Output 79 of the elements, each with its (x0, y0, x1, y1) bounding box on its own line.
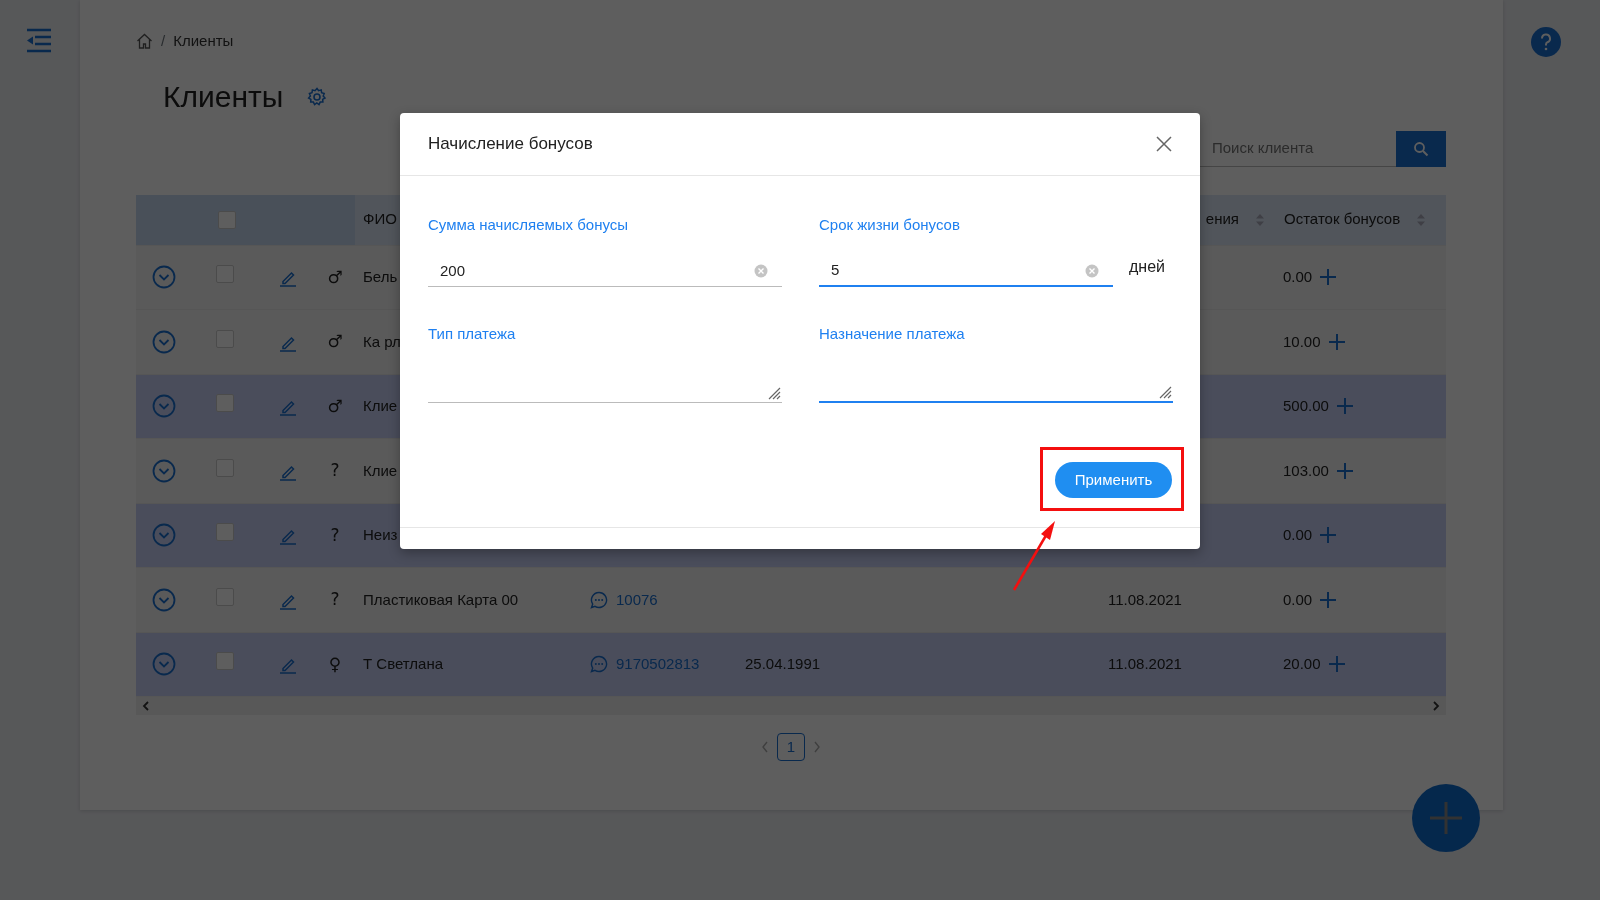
close-icon[interactable] (1156, 136, 1172, 152)
edit-icon[interactable] (279, 527, 297, 546)
apply-button[interactable]: Применить (1055, 462, 1172, 498)
plus-icon[interactable] (1328, 333, 1345, 350)
home-icon[interactable] (136, 33, 153, 50)
help-icon[interactable] (1531, 27, 1561, 57)
breadcrumb-item[interactable]: Клиенты (173, 30, 234, 53)
client-name: Т Светлана (363, 655, 444, 672)
birth-date: 25.04.1991 (745, 655, 821, 672)
horizontal-scrollbar[interactable] (136, 697, 1446, 715)
edit-icon[interactable] (279, 269, 297, 288)
column-header[interactable]: Остаток бонусов (1284, 208, 1401, 231)
dialog-title: Начисление бонусов (428, 133, 593, 156)
search-icon[interactable] (1413, 140, 1429, 157)
bonus-balance: 10.00 (1283, 331, 1321, 352)
field-label: Назначение платежа (819, 323, 966, 344)
edit-icon[interactable] (279, 398, 297, 417)
page-title: Клиенты (162, 78, 284, 115)
plus-icon[interactable] (1320, 527, 1337, 544)
phone-link[interactable]: 10076 (616, 588, 658, 611)
field-label: Тип платежа (428, 323, 517, 344)
column-header[interactable]: ения (1205, 208, 1239, 231)
bonus-balance: 0.00 (1283, 267, 1313, 287)
client-name: Ка рл (363, 332, 401, 350)
resize-handle-icon[interactable] (1158, 385, 1172, 399)
expand-icon[interactable] (152, 329, 176, 354)
chat-icon[interactable] (590, 590, 608, 609)
gender-symbol: ♀ (328, 653, 342, 674)
search-button[interactable] (1396, 130, 1446, 167)
table-row[interactable]: ? Пластиковая Карта 00 10076 11.08.2021 0.00 (136, 568, 1446, 633)
client-name: Пластиковая Карта 00 (363, 590, 519, 608)
menu-icon[interactable] (25, 28, 53, 54)
gender-symbol: ♂ (327, 331, 343, 351)
client-name: Клие (363, 461, 398, 479)
resize-handle-icon[interactable] (767, 386, 781, 400)
expand-icon[interactable] (152, 523, 176, 548)
previous-page-icon[interactable] (761, 741, 769, 753)
gender-symbol: ♂ (327, 266, 343, 287)
phone-link[interactable]: 9170502813 (616, 653, 700, 676)
plus-icon[interactable] (1336, 462, 1353, 479)
gender-symbol: ♂ (327, 395, 343, 416)
plus-icon[interactable] (1328, 656, 1345, 673)
bonus-balance: 103.00 (1283, 460, 1329, 481)
bonus-balance: 500.00 (1283, 396, 1329, 416)
breadcrumb-separator: / (161, 31, 166, 51)
client-name: Клие (363, 397, 398, 414)
expand-icon[interactable] (152, 458, 176, 483)
scroll-left-icon[interactable] (142, 701, 150, 711)
scroll-right-icon[interactable] (1432, 701, 1440, 711)
registration-date: 11.08.2021 (1108, 655, 1182, 672)
gender-symbol: ? (330, 524, 340, 545)
bonus-balance: 0.00 (1283, 589, 1313, 610)
chat-icon[interactable] (590, 655, 608, 674)
page-button[interactable]: 1 (777, 733, 805, 761)
bonus-balance: 0.00 (1283, 525, 1313, 545)
plus-icon[interactable] (1336, 398, 1353, 415)
expand-icon[interactable] (152, 265, 176, 290)
field-label: Срок жизни бонусов (819, 215, 961, 235)
unit-label: дней (1129, 256, 1166, 277)
client-name: Неиз (363, 526, 398, 543)
registration-date: 11.08.2021 (1108, 590, 1182, 608)
next-page-icon[interactable] (813, 741, 821, 753)
bonus-balance: 20.00 (1283, 654, 1321, 674)
clear-icon[interactable] (1085, 263, 1099, 278)
gender-symbol: ? (330, 589, 340, 609)
table-row[interactable]: ♀ Т Светлана 9170502813 25.04.1991 11.08.2021 20.00 (136, 632, 1446, 697)
edit-icon[interactable] (279, 656, 297, 675)
expand-icon[interactable] (152, 394, 176, 419)
expand-icon[interactable] (152, 587, 176, 612)
field-label: Сумма начисляемых бонусы (428, 215, 630, 235)
plus-icon[interactable] (1320, 269, 1337, 286)
gender-symbol: ? (330, 460, 340, 480)
plus-icon[interactable] (1320, 591, 1337, 608)
clear-icon[interactable] (754, 263, 768, 278)
expand-icon[interactable] (152, 652, 176, 677)
plus-icon[interactable] (1428, 800, 1464, 836)
client-name: Бель (363, 268, 398, 285)
column-header[interactable]: ФИО (363, 208, 397, 231)
settings-icon[interactable] (307, 86, 328, 107)
